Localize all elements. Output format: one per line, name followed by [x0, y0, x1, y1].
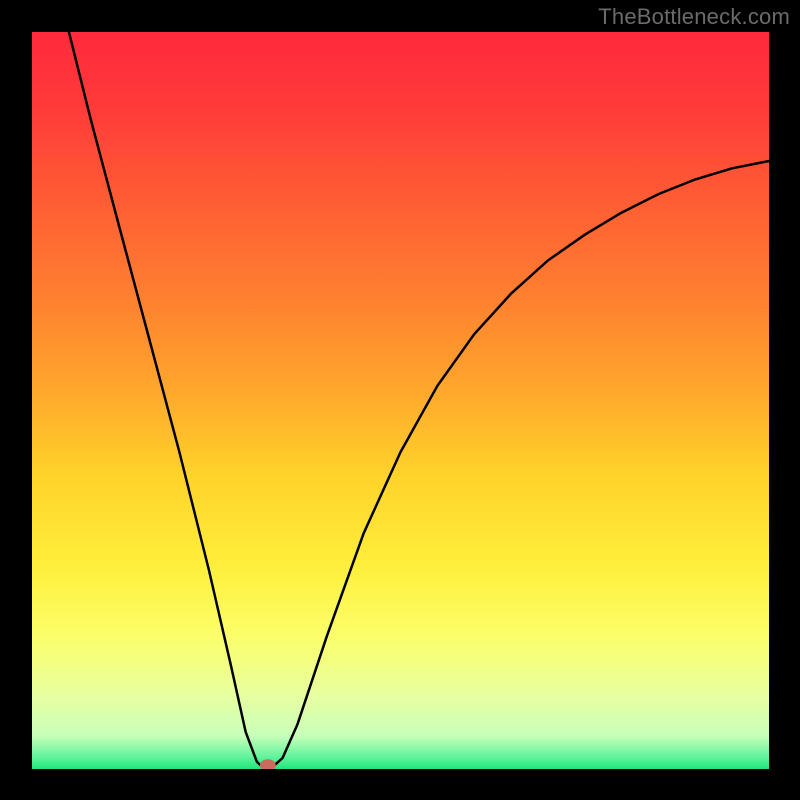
gradient-background: [32, 32, 769, 769]
watermark-text: TheBottleneck.com: [598, 4, 790, 30]
chart-svg: [32, 32, 769, 769]
plot-area: [32, 32, 769, 769]
chart-stage: TheBottleneck.com: [0, 0, 800, 800]
